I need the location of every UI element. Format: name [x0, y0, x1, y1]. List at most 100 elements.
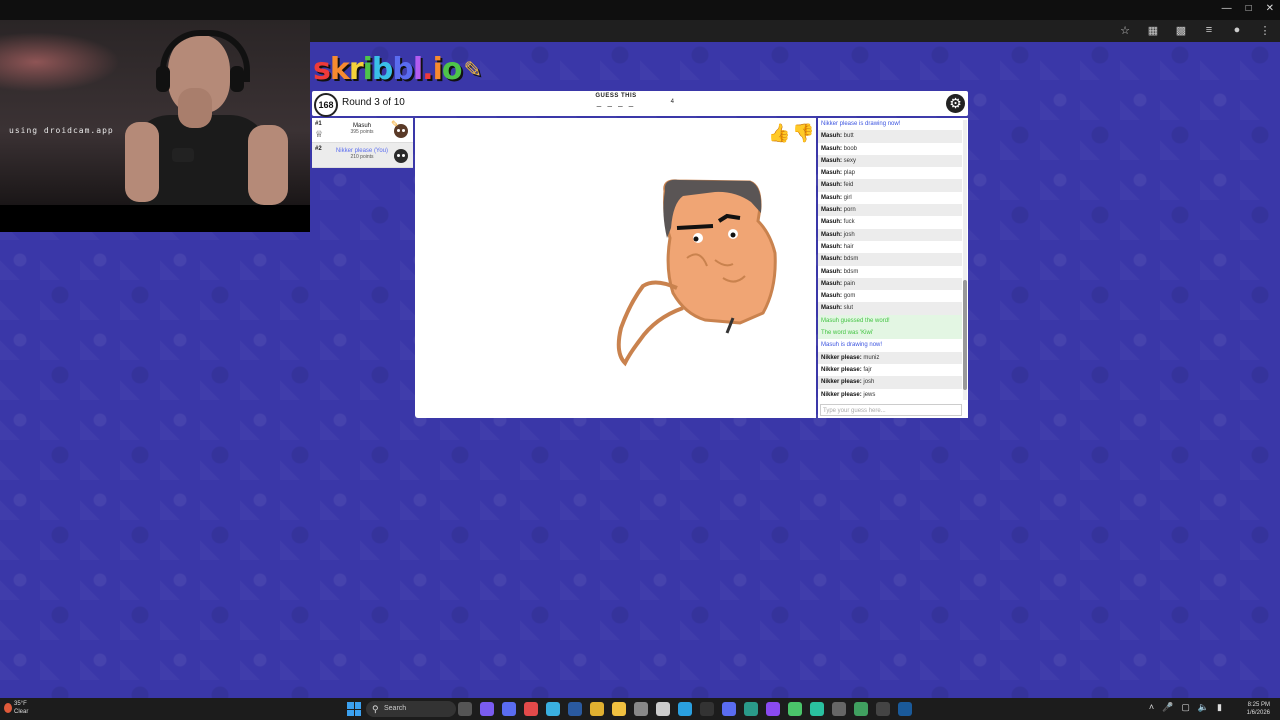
- settings-gear-icon[interactable]: ⚙: [946, 94, 965, 113]
- chrome-icon[interactable]: [788, 702, 802, 716]
- more-icon[interactable]: ⋮: [1258, 24, 1272, 37]
- chat-message: Masuh: boob: [818, 143, 962, 155]
- extensions-icon[interactable]: ▦: [1146, 24, 1160, 37]
- chevron-up-icon[interactable]: ˄: [1149, 702, 1154, 713]
- timer-clock-icon: 168: [314, 93, 338, 117]
- chat-text: boob: [842, 145, 858, 152]
- chat-author: Masuh:: [821, 182, 842, 189]
- chat-text: fuck: [842, 219, 855, 226]
- chat-author: Nikker please:: [821, 391, 862, 398]
- chat-text: plap: [842, 170, 856, 177]
- chat-text: porn: [842, 207, 856, 214]
- player-avatar: [391, 144, 411, 166]
- player-row[interactable]: #2 Nikker please (You) 210 points: [312, 143, 413, 168]
- app-icon[interactable]: [744, 702, 758, 716]
- chat-author: Masuh:: [821, 243, 842, 250]
- chat-text: fajr: [861, 366, 872, 373]
- chat-text: hair: [842, 243, 854, 250]
- chat-message: Masuh: girl: [818, 192, 962, 204]
- browser-toolbar: ☆ ▦ ▩ ≡ ● ⋮: [310, 20, 1280, 42]
- battery-icon[interactable]: ▮: [1217, 702, 1222, 713]
- chat-text: gom: [842, 293, 856, 300]
- store-icon[interactable]: [634, 702, 648, 716]
- chat-message: Masuh: bdsm: [818, 266, 962, 278]
- drawing-canvas[interactable]: 👍 👎: [415, 118, 816, 418]
- teams-icon[interactable]: [502, 702, 516, 716]
- app-icon[interactable]: [854, 702, 868, 716]
- player-list: #1 ♕ Masuh 395 points ✎ #2 Nikker please…: [312, 118, 413, 168]
- mic-icon[interactable]: 🎤: [1162, 702, 1173, 713]
- weather-widget[interactable]: 35°F Clear: [14, 700, 28, 716]
- taskbar: 35°F Clear ⚲ Search ˄ 🎤 ▢ 🔈 ▮ 8:25 PM 1/…: [0, 698, 1280, 720]
- folder-icon[interactable]: [612, 702, 626, 716]
- system-clock[interactable]: 8:25 PM 1/6/2026: [1247, 701, 1270, 717]
- chat-text: sexy: [842, 157, 857, 164]
- chat-message: Masuh: gom: [818, 290, 962, 302]
- chat-author: Masuh:: [821, 194, 842, 201]
- discord-icon[interactable]: [722, 702, 736, 716]
- logo-letter: k: [329, 52, 350, 87]
- chat-message: Masuh: sexy: [818, 154, 962, 168]
- steam-icon[interactable]: [568, 702, 582, 716]
- player-row[interactable]: #1 ♕ Masuh 395 points ✎: [312, 118, 413, 143]
- profile-icon[interactable]: ●: [1230, 24, 1244, 37]
- streamer-figure: [125, 30, 288, 205]
- app-icon[interactable]: [524, 702, 538, 716]
- chat-text: bdsm: [842, 268, 859, 275]
- telegram-icon[interactable]: [678, 702, 692, 716]
- task-view-icon[interactable]: [458, 702, 472, 716]
- chat-message: Masuh: porn: [818, 204, 962, 217]
- monitor-icon[interactable]: ▢: [1181, 702, 1190, 713]
- chat-author: Masuh:: [821, 293, 842, 300]
- chat-text: muniz: [861, 354, 880, 361]
- chat-message: Masuh: hair: [818, 241, 962, 253]
- guess-input[interactable]: Type your guess here...: [820, 404, 962, 416]
- speaker-icon[interactable]: 🔈: [1198, 702, 1209, 713]
- chat-author: Nikker please:: [821, 354, 862, 361]
- app-icon[interactable]: [700, 702, 714, 716]
- chat-text: butt: [842, 133, 854, 140]
- menu-icon[interactable]: ≡: [1202, 24, 1216, 37]
- timer-value: 168: [318, 100, 334, 110]
- logo-letter: o: [441, 52, 463, 87]
- thumbs-up-icon[interactable]: 👍: [768, 122, 790, 144]
- chat-text: girl: [842, 194, 852, 201]
- taskbar-search[interactable]: ⚲ Search: [366, 701, 456, 717]
- chat-message: Masuh: bdsm: [818, 253, 962, 266]
- chat-text: jews: [861, 391, 876, 398]
- logo-letter: b: [392, 52, 414, 87]
- steam-icon[interactable]: [898, 702, 912, 716]
- app-icon[interactable]: [810, 702, 824, 716]
- thumbs-down-icon[interactable]: 👎: [792, 122, 814, 144]
- chat-message: The word was 'Kiwi': [818, 327, 962, 340]
- player-avatar: ✎: [391, 119, 411, 141]
- chat-message: Masuh: josh: [818, 228, 962, 241]
- chat-author: Masuh:: [821, 305, 842, 312]
- chat-scrollbar[interactable]: [963, 120, 967, 400]
- windows-start-icon[interactable]: [347, 702, 361, 716]
- chat-message: Nikker please: muniz: [818, 351, 962, 364]
- bookmark-star-icon[interactable]: ☆: [1118, 24, 1132, 37]
- word-blanks: _ _ _ _: [596, 98, 636, 107]
- close-icon[interactable]: ✕: [1266, 3, 1274, 14]
- edge-icon[interactable]: [546, 702, 560, 716]
- cast-icon[interactable]: ▩: [1174, 24, 1188, 37]
- app-icon[interactable]: [480, 702, 494, 716]
- app-icon[interactable]: [656, 702, 670, 716]
- pencil-icon: ✎: [391, 119, 399, 129]
- app-icon[interactable]: [766, 702, 780, 716]
- round-indicator: Round 3 of 10: [342, 97, 405, 108]
- app-icon[interactable]: [876, 702, 890, 716]
- chat-message: Masuh: feid: [818, 179, 962, 192]
- chat-author: Masuh:: [821, 145, 842, 152]
- logo-letter: .: [422, 52, 433, 87]
- chat-text: slut: [842, 305, 854, 312]
- app-icon[interactable]: [832, 702, 846, 716]
- chat-message: Masuh: butt: [818, 130, 962, 143]
- game-header: 168 Round 3 of 10 GUESS THIS _ _ _ _ 4 ⚙: [312, 91, 968, 117]
- chat-message: Nikker please: fajr: [818, 364, 962, 376]
- chat-author: Masuh:: [821, 133, 842, 140]
- maximize-icon[interactable]: □: [1246, 3, 1252, 14]
- minimize-icon[interactable]: —: [1222, 3, 1232, 14]
- chrome-icon[interactable]: [590, 702, 604, 716]
